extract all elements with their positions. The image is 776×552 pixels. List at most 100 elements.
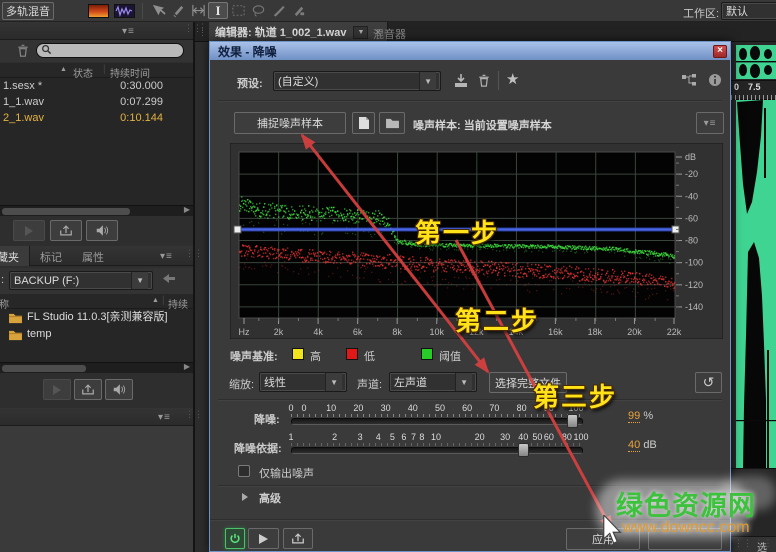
lasso-selection-tool-icon[interactable] xyxy=(248,2,268,19)
advanced-expander-icon[interactable] xyxy=(242,493,248,501)
file-duration: 0:10.144 xyxy=(120,110,163,126)
sort-triangle-icon[interactable]: ▲ xyxy=(60,66,67,73)
legend: 高低阈值 xyxy=(210,346,730,362)
divider xyxy=(498,71,499,90)
search-input[interactable] xyxy=(36,43,184,58)
panel-menu-icon[interactable]: ▾≡ xyxy=(160,251,173,262)
loop-preview-button[interactable] xyxy=(283,528,313,549)
browser-tabbar: 收藏夹标记属性 ▾≡ ⋮⋮ xyxy=(0,246,193,266)
svg-text:-40: -40 xyxy=(685,191,698,201)
editor-tabbar: ⋮⋮⋮⋮ 编辑器: 轨道 1_002_1.wav ▼ × 混音器 xyxy=(195,22,776,42)
scroll-right-arrow-icon[interactable]: ▶ xyxy=(184,362,190,371)
speaker-button[interactable] xyxy=(105,379,133,400)
noise-reduction-dialog: 效果 - 降噪 × 预设: (自定义)▼ ★ 捕捉噪声样本 噪声样本: 当前设置… xyxy=(209,41,731,552)
loop-playback-button[interactable] xyxy=(50,220,82,241)
waveform-view-icon[interactable] xyxy=(114,4,135,18)
file-name: 2_1.wav xyxy=(3,110,44,126)
svg-text:-60: -60 xyxy=(685,213,698,223)
back-arrow-icon[interactable] xyxy=(161,271,177,289)
info-icon[interactable] xyxy=(708,73,722,90)
multitrack-button[interactable]: 多轨混音 xyxy=(2,2,54,20)
bottom-panel-body xyxy=(0,426,193,552)
reduce-by-slider[interactable] xyxy=(291,447,583,454)
folder-row[interactable]: temp xyxy=(0,326,193,343)
channel-dropdown[interactable]: 左声道▼ xyxy=(389,372,477,392)
panel-grip[interactable]: ⋮⋮ xyxy=(184,26,202,31)
sort-triangle-icon[interactable]: ▲ xyxy=(152,297,159,304)
channel-label: 声道: xyxy=(357,376,382,392)
folder-row[interactable]: FL Studio 11.0.3[亲测兼容版] xyxy=(0,309,193,326)
spectral-view-icon[interactable] xyxy=(88,4,109,18)
move-tool-icon[interactable] xyxy=(148,2,168,19)
preview-play-button[interactable] xyxy=(248,528,279,549)
paintbrush-tool-icon[interactable] xyxy=(268,2,288,19)
slip-tool-icon[interactable] xyxy=(188,2,208,19)
drive-dropdown[interactable]: BACKUP (F:)▼ xyxy=(9,271,153,290)
trash-icon[interactable] xyxy=(15,43,30,61)
panel-grip[interactable]: ⋮⋮ xyxy=(185,412,203,417)
slider-tick-label: 10 xyxy=(431,432,441,442)
panel-grip[interactable]: ⋮⋮ xyxy=(185,251,203,256)
file-row[interactable]: 1_1.wav0:07.299 xyxy=(0,94,193,110)
slider-tick-label: 30 xyxy=(381,403,391,413)
noise-sample-menu-button[interactable]: ▾≡ xyxy=(696,112,724,134)
workspace-dropdown[interactable]: 默认 xyxy=(721,2,776,20)
waveform-overview[interactable] xyxy=(736,45,776,79)
marquee-selection-tool-icon[interactable] xyxy=(228,2,248,19)
tab-dropdown-icon[interactable]: ▼ xyxy=(353,26,368,39)
file-list: 1.sesx *0:30.0001_1.wav0:07.2992_1.wav 0:… xyxy=(0,78,193,205)
folder-list: FL Studio 11.0.3[亲测兼容版]temp xyxy=(0,309,193,362)
file-row[interactable]: 2_1.wav 0:10.144 xyxy=(0,110,193,126)
scale-dropdown[interactable]: 线性▼ xyxy=(259,372,347,392)
delete-preset-icon[interactable] xyxy=(476,73,491,91)
capture-noise-sample-button[interactable]: 捕捉噪声样本 xyxy=(234,112,346,134)
file-row[interactable]: 1.sesx *0:30.000 xyxy=(0,78,193,94)
scrollbar-thumb[interactable] xyxy=(2,365,86,372)
advanced-label[interactable]: 高级 xyxy=(259,490,281,506)
save-noise-sample-button[interactable] xyxy=(352,112,375,134)
save-preset-icon[interactable] xyxy=(453,73,469,91)
reduce-by-slider-handle[interactable] xyxy=(518,443,529,457)
load-noise-sample-button[interactable] xyxy=(379,112,405,134)
svg-text:-140: -140 xyxy=(685,302,703,312)
reduce-by-value[interactable]: 40 xyxy=(628,439,640,452)
timeline-ruler[interactable]: 0 7.5 xyxy=(731,80,776,100)
main-waveform[interactable] xyxy=(736,100,776,468)
slider-tick-label: 20 xyxy=(353,403,363,413)
browser-columns: 名称 ▲ | 持续 xyxy=(0,294,193,309)
spot-healing-brush-tool-icon[interactable] xyxy=(288,2,308,19)
tab-editor[interactable]: 编辑器: 轨道 1_002_1.wav ▼ × xyxy=(209,22,388,42)
side-chain-icon[interactable] xyxy=(682,74,697,90)
razor-tool-icon[interactable] xyxy=(168,2,188,19)
power-toggle-button[interactable] xyxy=(225,528,245,549)
browser-hscrollbar[interactable]: ▶ xyxy=(0,362,193,373)
noise-reduction-slider-handle[interactable] xyxy=(567,414,578,428)
browser-tab[interactable]: 标记 xyxy=(30,246,72,266)
scrollbar-thumb[interactable] xyxy=(2,208,130,215)
reset-button[interactable]: ↺ xyxy=(695,372,722,393)
slider-tick-label: 80 xyxy=(562,432,572,442)
mouse-cursor xyxy=(602,515,622,545)
files-hscrollbar[interactable]: ▶ xyxy=(0,205,193,216)
favorite-star-icon[interactable]: ★ xyxy=(506,70,519,88)
time-selection-tool-icon[interactable]: I xyxy=(208,2,228,19)
panel-menu-icon[interactable]: ▾≡ xyxy=(122,26,135,37)
dialog-close-icon[interactable]: × xyxy=(713,45,727,58)
play-button[interactable] xyxy=(13,220,45,241)
play-button[interactable] xyxy=(43,379,71,400)
speaker-button[interactable] xyxy=(86,220,118,241)
slider-tick-label: 0 xyxy=(301,403,306,413)
preset-dropdown[interactable]: (自定义)▼ xyxy=(273,71,441,91)
loop-playback-button[interactable] xyxy=(74,379,102,400)
output-noise-only-checkbox[interactable] xyxy=(238,465,250,477)
slider-tick-label: 60 xyxy=(462,403,472,413)
tab-mixer[interactable]: 混音器 xyxy=(373,26,406,42)
dropdown-arrow-icon: ▼ xyxy=(419,72,436,90)
panel-menu-icon[interactable]: ▾≡ xyxy=(158,412,171,423)
noise-reduction-value[interactable]: 99 xyxy=(628,410,640,423)
dialog-titlebar[interactable]: 效果 - 降噪 × xyxy=(210,42,730,60)
browser-tab[interactable]: 属性 xyxy=(72,246,114,266)
browser-tab[interactable]: 收藏夹 xyxy=(0,246,30,266)
scroll-right-arrow-icon[interactable]: ▶ xyxy=(184,205,190,214)
noise-reduction-slider[interactable] xyxy=(291,418,583,425)
